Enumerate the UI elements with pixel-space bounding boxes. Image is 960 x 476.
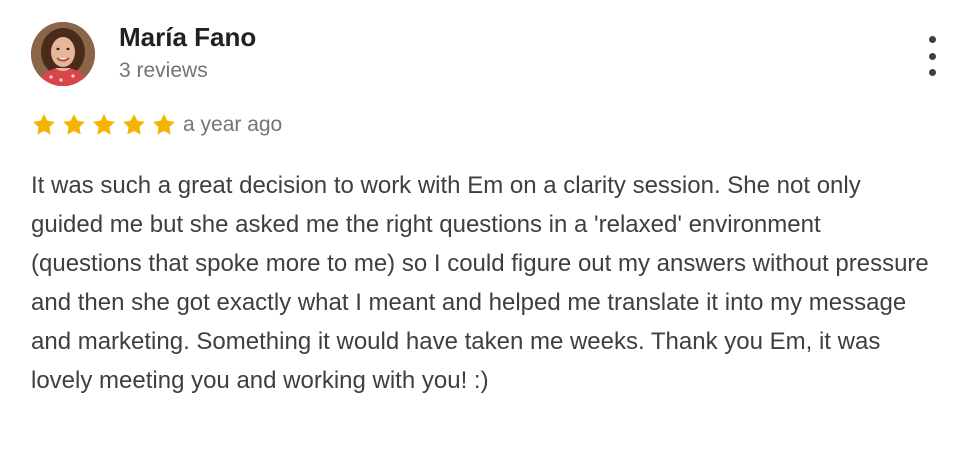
avatar[interactable] xyxy=(31,22,95,86)
more-options-button[interactable] xyxy=(918,36,946,76)
star-icon xyxy=(153,113,175,135)
star-icon xyxy=(63,113,85,135)
review-card: María Fano 3 reviews a year ago It was s… xyxy=(0,0,960,476)
review-time: a year ago xyxy=(183,113,283,136)
star-icon xyxy=(93,113,115,135)
star-icon xyxy=(33,113,55,135)
star-icon xyxy=(123,113,145,135)
author-name[interactable]: María Fano xyxy=(119,21,256,53)
author-review-count[interactable]: 3 reviews xyxy=(119,58,208,84)
star-rating xyxy=(31,112,177,138)
avatar-image xyxy=(31,22,95,86)
review-text: It was such a great decision to work wit… xyxy=(31,172,929,394)
